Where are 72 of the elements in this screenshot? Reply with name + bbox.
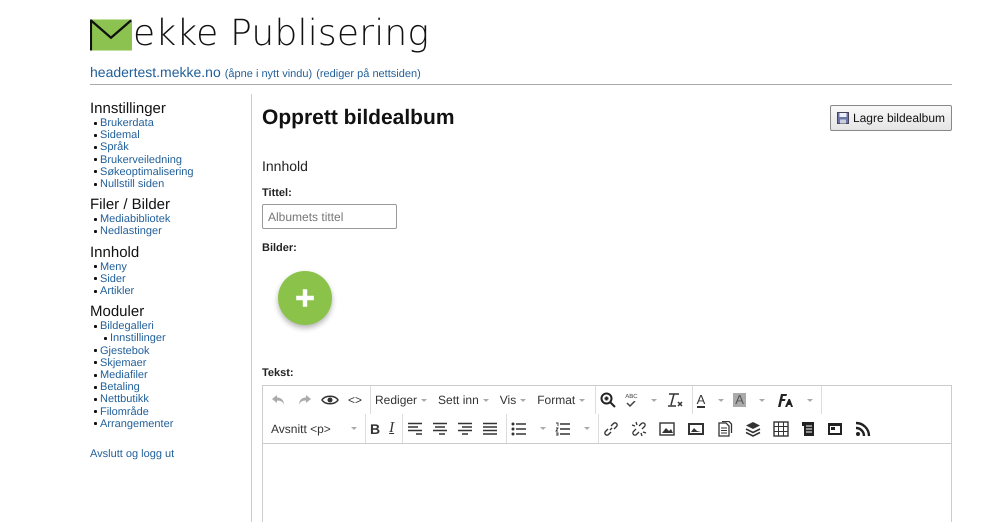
sidebar-link[interactable]: Gjestebok: [100, 344, 150, 357]
justify-icon[interactable]: [482, 422, 498, 436]
sidebar-link[interactable]: Meny: [100, 260, 127, 273]
caret-icon: [351, 427, 357, 430]
sidebar-link[interactable]: Innstillinger: [110, 332, 166, 345]
sidebar-link[interactable]: Sider: [100, 272, 126, 286]
header-link[interactable]: (rediger på nettsiden): [316, 67, 421, 82]
checkmark-icon: [626, 400, 636, 406]
field-label: Tekst:: [262, 367, 295, 379]
zoom-icon[interactable]: [600, 392, 616, 408]
page-title: Opprett bildealbum: [262, 106, 455, 130]
caret-icon: [421, 398, 428, 402]
eye-icon[interactable]: [321, 394, 339, 406]
sidebar-link[interactable]: Brukerdata: [100, 117, 154, 130]
sidebar-link[interactable]: Nedlastinger: [100, 225, 162, 238]
source-code-button[interactable]: <>: [348, 393, 362, 407]
menu-button[interactable]: Rediger: [375, 393, 428, 407]
table-icon[interactable]: [773, 420, 790, 436]
clear-format-icon[interactable]: [666, 392, 684, 408]
link-icon[interactable]: [603, 420, 620, 436]
save-button[interactable]: Lagre bildealbum: [830, 105, 952, 131]
plus-icon: [294, 287, 316, 309]
sidebar-link[interactable]: Nettbutikk: [100, 393, 149, 406]
site-link[interactable]: headertest.mekke.no: [90, 65, 221, 80]
sidebar-link[interactable]: Filområde: [100, 406, 149, 418]
italic-button[interactable]: I: [389, 420, 394, 437]
align-icon[interactable]: [407, 422, 424, 436]
sidebar-link[interactable]: Betaling: [100, 381, 140, 394]
sidebar-heading: Innstillinger: [90, 100, 167, 117]
sidebar-link[interactable]: Bildegalleri: [100, 320, 154, 332]
field-label: Bilder:: [262, 242, 298, 254]
bold-button[interactable]: B: [370, 420, 380, 436]
caret-icon: [579, 398, 586, 402]
header-link[interactable]: (åpne i nytt vindu): [224, 67, 312, 82]
logout-link[interactable]: Avslutt og logg ut: [90, 448, 174, 460]
align-icon[interactable]: [432, 422, 448, 436]
menu-button[interactable]: Vis: [500, 393, 526, 407]
numbered-list-icon[interactable]: [555, 422, 572, 436]
rss-icon[interactable]: [855, 420, 872, 436]
bullet-list-icon[interactable]: [511, 422, 528, 436]
sidebar-link[interactable]: Sidemal: [100, 129, 140, 142]
widget-icon[interactable]: [827, 422, 844, 436]
field-label: Tittel:: [262, 187, 293, 199]
sidebar-heading: Moduler: [90, 303, 146, 320]
sidebar-link[interactable]: Nullstill siden: [100, 178, 164, 190]
sidebar-link[interactable]: Søkeoptimalisering: [100, 166, 194, 178]
title-input-field[interactable]: Albumets tittel: [262, 204, 397, 229]
sidebar-link[interactable]: Skjemaer: [100, 356, 146, 370]
block-format-dropdown[interactable]: Avsnitt <p>: [271, 422, 357, 436]
sidebar-heading: Innhold: [90, 244, 140, 261]
align-icon[interactable]: [457, 422, 474, 436]
caret-icon: [520, 398, 526, 402]
page-icon[interactable]: [801, 420, 816, 436]
menu-button[interactable]: Sett inn: [438, 393, 489, 407]
text-color-button[interactable]: A: [696, 392, 706, 408]
gallery-icon[interactable]: [687, 422, 706, 436]
image-icon[interactable]: [659, 422, 676, 436]
document-icon[interactable]: [717, 420, 734, 436]
caret-icon: [482, 398, 489, 402]
sidebar-link[interactable]: Brukerveiledning: [100, 154, 182, 166]
sidebar-link[interactable]: Mediabibliotek: [100, 213, 170, 226]
sidebar-link[interactable]: Språk: [100, 141, 129, 154]
sidebar-link[interactable]: Artikler: [100, 285, 134, 298]
section-heading: Innhold: [262, 158, 309, 174]
unlink-icon[interactable]: [631, 420, 648, 436]
layers-icon[interactable]: [745, 420, 762, 436]
sidebar-link[interactable]: Arrangementer: [100, 418, 174, 430]
envelope-logo-icon: [90, 19, 132, 51]
menu-button[interactable]: Format: [537, 393, 586, 407]
brand-title: ekke Publisering: [133, 12, 430, 56]
sidebar-heading: Filer / Bilder: [90, 196, 172, 214]
sidebar-link[interactable]: Mediafiler: [100, 369, 148, 382]
